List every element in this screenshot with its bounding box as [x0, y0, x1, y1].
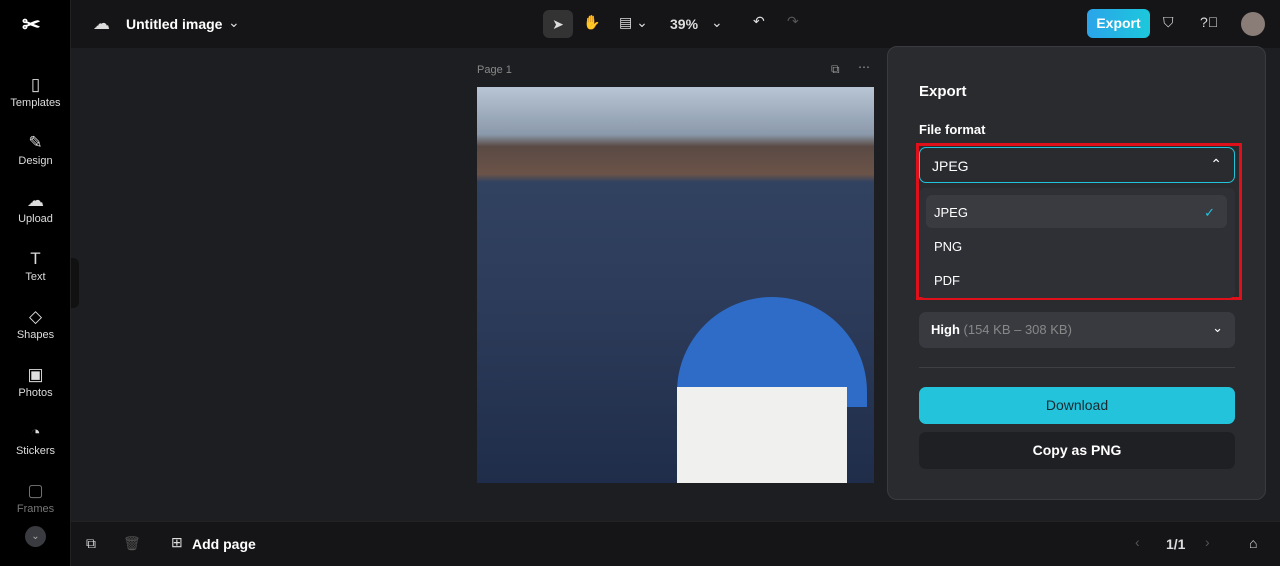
export-title: Export [919, 83, 967, 100]
page-label: Page 1 [477, 64, 512, 76]
sidebar-item-upload[interactable]: ☁ Upload [0, 191, 71, 225]
divider [919, 367, 1235, 368]
top-bar: ☁ Untitled image ⌄ ➤ ✋ ▤ ⌄ 39% ⌄ ↶ ↷ Exp… [71, 0, 1280, 48]
option-label: PDF [934, 273, 960, 288]
option-label: PNG [934, 239, 963, 254]
frames-icon: ▢ [27, 481, 44, 500]
next-page-icon[interactable]: › [1205, 534, 1210, 550]
sidebar-item-design[interactable]: ✎ Design [0, 133, 71, 167]
export-panel: Export File format JPEG ⌃ JPEG ✓ PNG PDF H… [887, 46, 1266, 500]
sidebar-label: Text [25, 271, 46, 283]
document-title[interactable]: Untitled image [126, 16, 222, 32]
sidebar-label: Stickers [15, 445, 56, 457]
pages-panel-icon[interactable]: ⌂ [1249, 535, 1257, 551]
sidebar-more-button[interactable]: ⌄ [25, 526, 46, 547]
bottom-bar: ⧉ 🗑 ⊞ Add page ‹ 1/1 › ⌂ [71, 521, 1280, 566]
copy-as-png-button[interactable]: Copy as PNG [919, 432, 1235, 469]
sidebar-label: Design [18, 155, 53, 167]
sidebar-item-stickers[interactable]: ◔ Stickers [0, 423, 71, 457]
more-icon[interactable]: ⋯ [858, 60, 870, 74]
sidebar-label: Templates [10, 97, 61, 109]
zoom-chevron-icon[interactable]: ⌄ [711, 14, 723, 31]
sidebar-label: Frames [16, 503, 55, 515]
photos-icon: ▣ [27, 365, 44, 384]
sidebar-label: Shapes [16, 329, 55, 341]
avatar[interactable] [1241, 12, 1265, 36]
add-page-button[interactable]: Add page [192, 536, 256, 552]
duplicate-page-icon[interactable]: ⧉ [831, 62, 840, 77]
sidebar-item-text[interactable]: T Text [0, 249, 71, 283]
cloud-saved-icon: ☁ [93, 14, 110, 33]
undo-icon[interactable]: ↶ [753, 13, 765, 30]
page-count: 1/1 [1166, 536, 1186, 552]
capcut-logo[interactable]: ✂ [22, 12, 40, 38]
hand-tool-icon[interactable]: ✋ [583, 14, 600, 31]
upload-icon: ☁ [27, 191, 44, 210]
redo-icon[interactable]: ↷ [787, 13, 799, 30]
select-tool-icon[interactable]: ➤ [543, 10, 573, 38]
templates-icon: ▯ [30, 75, 41, 94]
quality-select[interactable]: High (154 KB – 308 KB) ⌄ [919, 312, 1235, 348]
canvas-image[interactable] [477, 87, 874, 483]
zoom-level[interactable]: 39% [670, 16, 698, 32]
sidebar-item-frames[interactable]: ▢ Frames [0, 481, 71, 515]
sidebar: ✂ ▯ Templates ✎ Design ☁ Upload T Text ◇ Shap… [0, 0, 71, 566]
delete-icon[interactable]: 🗑 [123, 535, 141, 552]
shield-icon[interactable]: ⛉ [1163, 14, 1174, 31]
prev-page-icon[interactable]: ‹ [1135, 534, 1140, 550]
layout-icon[interactable]: ▤ ⌄ [619, 14, 648, 31]
option-label: JPEG [934, 205, 968, 220]
sidebar-label: Upload [18, 213, 53, 225]
church-building [677, 387, 847, 483]
format-option-jpeg[interactable]: JPEG ✓ [926, 195, 1227, 228]
shapes-icon: ◇ [28, 307, 43, 326]
export-button[interactable]: Export [1087, 9, 1150, 38]
sidebar-label: Photos [18, 387, 53, 399]
chevron-down-icon: ⌄ [1212, 320, 1223, 335]
quality-value: High [931, 322, 960, 337]
chevron-down-icon[interactable]: ⌄ [228, 14, 240, 31]
add-page-icon[interactable]: ⊞ [171, 534, 183, 551]
collapse-handle[interactable] [71, 258, 79, 308]
format-option-png[interactable]: PNG [926, 229, 1227, 262]
sidebar-item-templates[interactable]: ▯ Templates [0, 75, 71, 109]
check-icon: ✓ [1204, 205, 1215, 220]
download-button[interactable]: Download [919, 387, 1235, 424]
quality-range: (154 KB – 308 KB) [963, 322, 1072, 337]
sidebar-item-shapes[interactable]: ◇ Shapes [0, 307, 71, 341]
duplicate-icon[interactable]: ⧉ [86, 535, 96, 552]
sidebar-item-photos[interactable]: ▣ Photos [0, 365, 71, 399]
design-icon: ✎ [28, 133, 43, 152]
format-option-pdf[interactable]: PDF [926, 263, 1227, 296]
file-format-label: File format [919, 122, 986, 137]
stickers-icon: ◔ [30, 423, 41, 442]
help-icon[interactable]: ?⃝ [1200, 14, 1218, 30]
text-icon: T [30, 249, 41, 268]
